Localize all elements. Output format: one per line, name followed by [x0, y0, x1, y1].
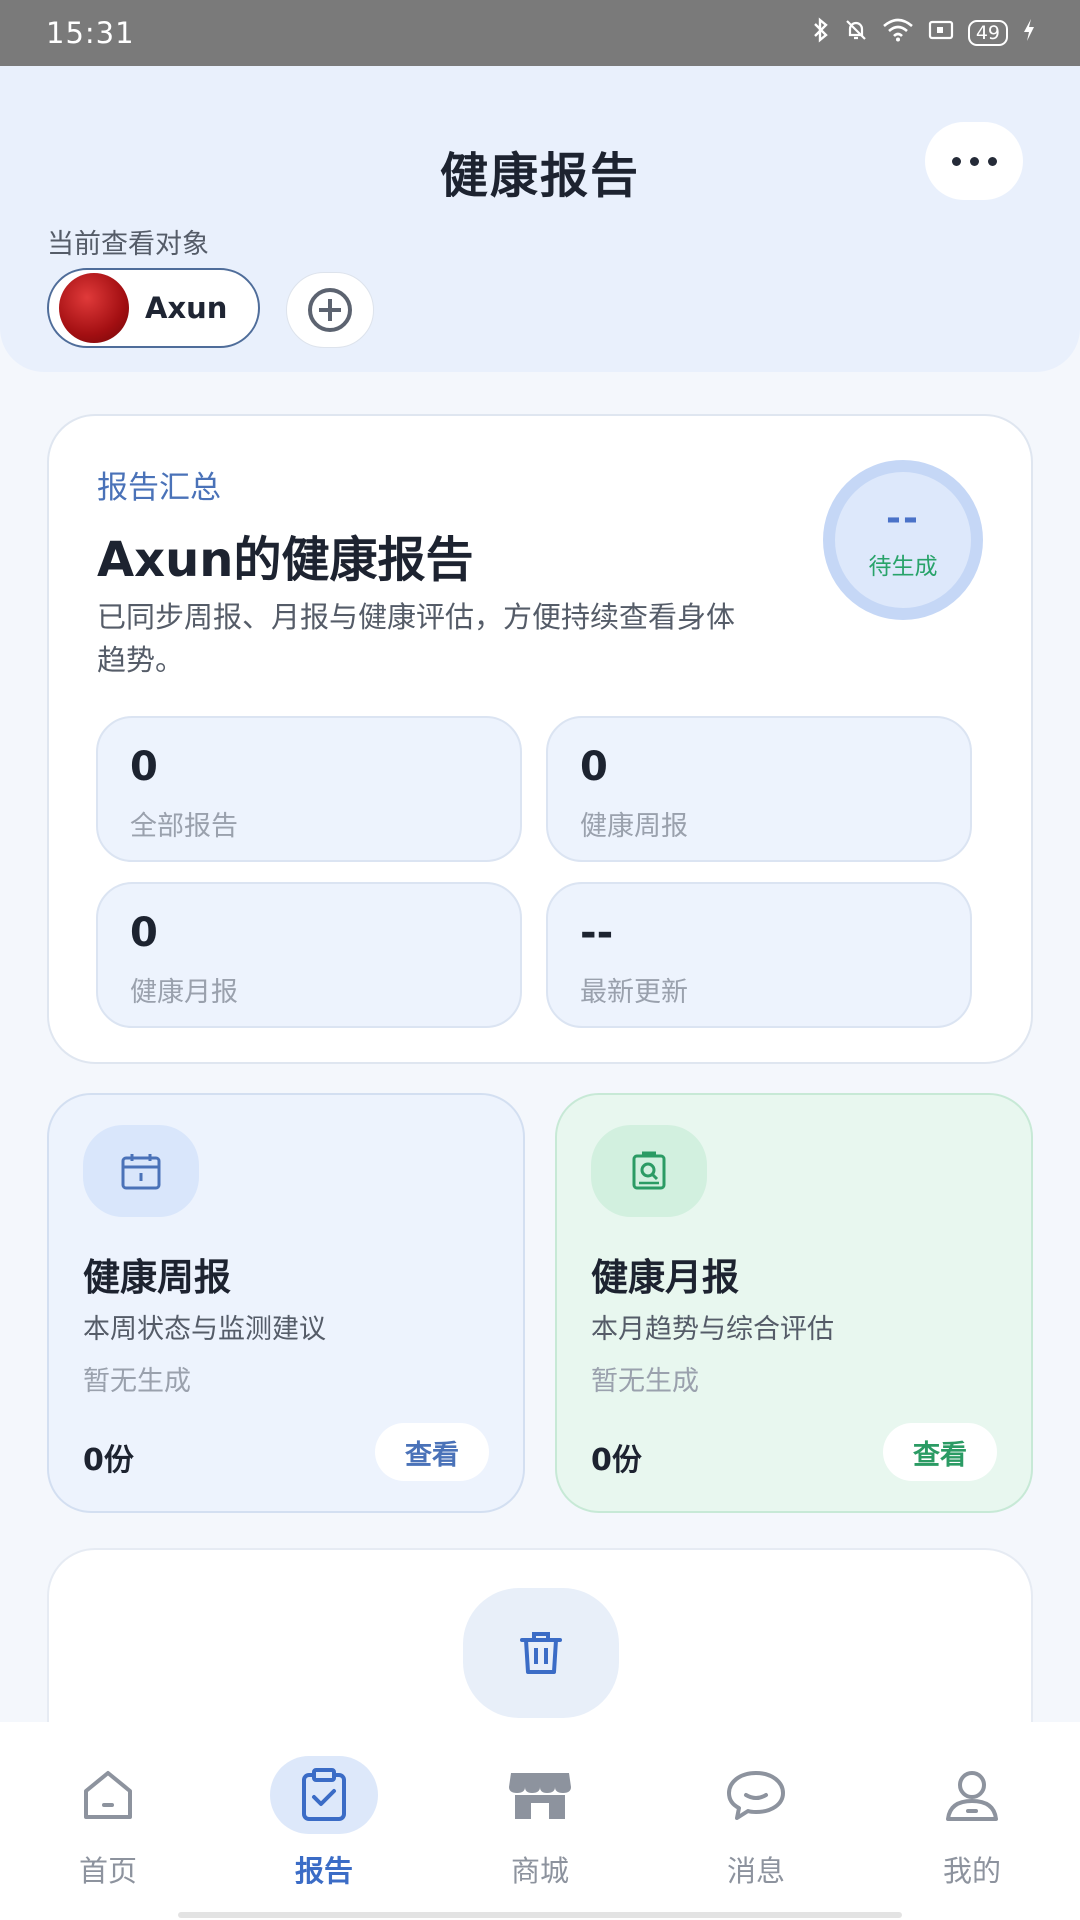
search-report-icon: [591, 1125, 707, 1217]
plus-circle-icon: [308, 288, 352, 332]
summary-card: 报告汇总 Axun的健康报告 已同步周报、月报与健康评估，方便持续查看身体趋势。…: [47, 414, 1033, 1064]
home-indicator: [178, 1912, 902, 1918]
user-chip[interactable]: Axun: [47, 268, 260, 348]
weekly-title: 健康周报: [83, 1256, 231, 1299]
summary-tag: 报告汇总: [97, 470, 221, 506]
score-ring: -- 待生成: [823, 460, 983, 620]
more-dot-icon: [951, 156, 961, 166]
weekly-report-card[interactable]: 健康周报 本周状态与监测建议 暂无生成 0份 查看: [47, 1093, 525, 1513]
message-icon: [702, 1756, 810, 1834]
nav-item-profile[interactable]: 我的: [864, 1722, 1080, 1920]
avatar: [59, 273, 129, 343]
weekly-view-button[interactable]: 查看: [375, 1423, 489, 1481]
mute-bell-icon: [844, 18, 868, 48]
user-name: Axun: [145, 291, 228, 325]
screen: 15:31 49 健康报告 当前查看对象 Axun 报告汇总 Axun的健康报告…: [0, 0, 1080, 1920]
status-time: 15:31: [46, 16, 135, 50]
delete-button[interactable]: [463, 1588, 619, 1718]
monthly-view-button[interactable]: 查看: [883, 1423, 997, 1481]
profile-icon: [918, 1756, 1026, 1834]
stat-value: 0: [580, 744, 608, 790]
stat-total-reports: 0 全部报告: [96, 716, 522, 862]
nav-item-message[interactable]: 消息: [648, 1722, 864, 1920]
stat-label: 最新更新: [580, 977, 688, 1008]
wifi-icon: [882, 18, 914, 48]
nav-item-store[interactable]: 商城: [432, 1722, 648, 1920]
monthly-title: 健康月报: [591, 1256, 739, 1299]
battery-level: 49: [967, 20, 1008, 46]
stat-label: 健康周报: [580, 811, 688, 842]
nav-item-home[interactable]: 首页: [0, 1722, 216, 1920]
report-icon: [270, 1756, 378, 1834]
trash-icon: [520, 1632, 562, 1674]
viewing-label: 当前查看对象: [47, 229, 209, 260]
monthly-report-card[interactable]: 健康月报 本月趋势与综合评估 暂无生成 0份 查看: [555, 1093, 1033, 1513]
score-value: --: [886, 498, 920, 539]
nav-label: 商城: [510, 1854, 569, 1888]
monthly-status: 暂无生成: [591, 1366, 699, 1397]
more-button[interactable]: [925, 122, 1023, 200]
more-dot-icon: [987, 156, 997, 166]
monthly-count: 0份: [591, 1443, 642, 1478]
weekly-subtitle: 本周状态与监测建议: [83, 1314, 326, 1345]
stat-monthly-reports: 0 健康月报: [96, 882, 522, 1028]
stat-latest-update: -- 最新更新: [546, 882, 972, 1028]
status-icons: 49: [812, 17, 1036, 49]
bottom-nav: 首页 报告 商城 消息 我的: [0, 1722, 1080, 1920]
nav-label: 我的: [942, 1854, 1001, 1888]
calendar-icon: [83, 1125, 199, 1217]
score-status: 待生成: [868, 554, 938, 580]
summary-description: 已同步周报、月报与健康评估，方便持续查看身体趋势。: [97, 600, 736, 677]
stat-label: 健康月报: [130, 977, 238, 1008]
store-icon: [486, 1756, 594, 1834]
home-icon: [54, 1756, 162, 1834]
stat-value: --: [580, 910, 614, 956]
card-icon: [928, 19, 954, 47]
stat-weekly-reports: 0 健康周报: [546, 716, 972, 862]
stat-value: 0: [130, 744, 158, 790]
summary-title: Axun的健康报告: [97, 532, 474, 588]
weekly-status: 暂无生成: [83, 1366, 191, 1397]
nav-item-report[interactable]: 报告: [216, 1722, 432, 1920]
status-bar: 15:31 49: [0, 0, 1080, 66]
bluetooth-icon: [812, 17, 830, 49]
monthly-subtitle: 本月趋势与综合评估: [591, 1314, 834, 1345]
nav-label: 报告: [294, 1854, 353, 1888]
more-dot-icon: [969, 156, 979, 166]
charging-icon: [1022, 18, 1036, 48]
header: 健康报告 当前查看对象 Axun: [0, 66, 1080, 372]
stat-value: 0: [130, 910, 158, 956]
stat-label: 全部报告: [130, 811, 238, 842]
nav-label: 消息: [726, 1854, 785, 1888]
add-member-button[interactable]: [286, 272, 374, 348]
nav-label: 首页: [78, 1854, 137, 1888]
page-title: 健康报告: [439, 148, 640, 204]
weekly-count: 0份: [83, 1443, 134, 1478]
